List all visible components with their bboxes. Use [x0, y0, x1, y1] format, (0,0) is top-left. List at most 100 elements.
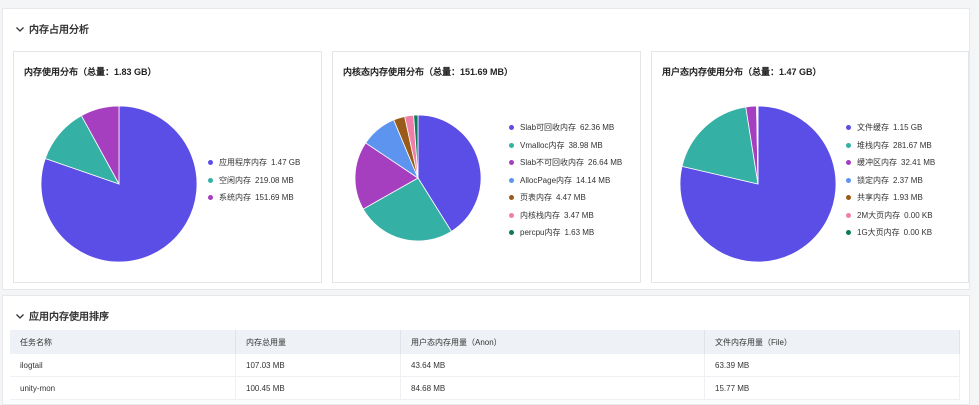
pie-chart [679, 105, 837, 263]
legend-item[interactable]: Slab不可回收内存 26.64 MB [509, 154, 622, 172]
legend-value: 1.15 GB [893, 123, 923, 133]
memory-section-title: 内存占用分析 [29, 25, 89, 36]
legend-item[interactable]: 内核栈内存 3.47 MB [509, 207, 622, 225]
chevron-down-icon[interactable] [15, 24, 25, 34]
legend-color-dot [509, 160, 514, 166]
memory-distribution-card: 内存使用分布（总量：1.83 GB） 应用程序内存 1.47 GB 空闲内存 219.… [13, 51, 322, 283]
legend-color-dot [208, 195, 213, 201]
legend-value: 4.47 MB [556, 193, 586, 203]
anon-memory-cell: 43.64 MB [400, 354, 705, 377]
legend-color-dot [509, 125, 514, 131]
legend-label: 系统内存 [219, 193, 251, 203]
legend-value: 281.67 MB [893, 140, 932, 150]
legend-item[interactable]: 共享内存 1.93 MB [846, 189, 935, 207]
column-header-anon-memory[interactable]: 用户态内存用量（Anon） [400, 330, 705, 354]
legend-label: 文件缓存 [857, 123, 889, 133]
legend-item[interactable]: 系统内存 151.69 MB [208, 189, 300, 207]
legend-item[interactable]: 应用程序内存 1.47 GB [208, 154, 300, 172]
legend-item[interactable]: 空闲内存 219.08 MB [208, 172, 300, 190]
legend-value: 2.37 MB [893, 175, 923, 185]
chevron-down-icon[interactable] [15, 311, 25, 321]
legend-color-dot [509, 230, 514, 236]
legend-label: 页表内存 [520, 193, 552, 203]
legend-item[interactable]: 文件缓存 1.15 GB [846, 119, 935, 137]
user-memory-card: 用户态内存使用分布（总量：1.47 GB） 文件缓存 1.15 GB 堆栈内存 281… [651, 51, 969, 283]
legend-value: 14.14 MB [576, 175, 611, 185]
memory-analysis-panel: 内存占用分析 内存使用分布（总量：1.83 GB） 应用程序内存 1.47 GB 空… [2, 8, 970, 290]
legend-value: 1.63 MB [564, 228, 595, 238]
legend-item[interactable]: 缓冲区内存 32.41 MB [846, 154, 935, 172]
legend-value: 151.69 MB [255, 193, 294, 203]
task-name-cell: ilogtail [10, 354, 236, 377]
legend-label: 内核栈内存 [520, 210, 560, 220]
legend-label: Vmalloc内存 [520, 140, 565, 150]
legend-item[interactable]: percpu内存 1.63 MB [509, 224, 622, 242]
legend-item[interactable]: 页表内存 4.47 MB [509, 189, 622, 207]
card-title: 内存使用分布（总量：1.83 GB） [24, 67, 157, 77]
app-section-title: 应用内存使用排序 [29, 312, 109, 323]
legend-item[interactable]: 2M大页内存 0.00 KB [846, 207, 935, 225]
legend-color-dot [208, 177, 213, 183]
legend-label: percpu内存 [520, 228, 561, 238]
legend-label: 锁定内存 [857, 175, 889, 185]
legend-value: 3.47 MB [564, 210, 594, 220]
legend-value: 38.98 MB [568, 140, 603, 150]
legend-label: 应用程序内存 [219, 158, 267, 168]
legend-color-dot [846, 230, 851, 236]
legend-value: 26.64 MB [588, 158, 623, 168]
total-memory-cell: 107.03 MB [235, 354, 401, 377]
legend-label: 2M大页内存 [857, 210, 901, 220]
column-header-total-memory[interactable]: 内存总用量 [235, 330, 401, 354]
legend-color-dot [846, 177, 851, 183]
table-row[interactable]: unity-mon 100.45 MB 84.68 MB 15.77 MB [10, 376, 960, 400]
kernel-memory-card: 内核态内存使用分布（总量：151.69 MB） Slab可回收内存 62.36 M… [332, 51, 641, 283]
file-memory-cell: 15.77 MB [704, 376, 960, 400]
legend-item[interactable]: AllocPage内存 14.14 MB [509, 172, 622, 190]
total-memory-cell: 100.45 MB [235, 376, 401, 400]
legend-item[interactable]: Vmalloc内存 38.98 MB [509, 137, 622, 155]
table-header-row: 任务名称 内存总用量 用户态内存用量（Anon） 文件内存用量（File） [10, 330, 960, 354]
legend-item[interactable]: Slab可回收内存 62.36 MB [509, 119, 622, 137]
legend-value: 0.00 KB [903, 228, 933, 238]
app-memory-table: 任务名称 内存总用量 用户态内存用量（Anon） 文件内存用量（File） il… [10, 330, 960, 400]
legend-label: Slab不可回收内存 [520, 158, 585, 168]
legend-item[interactable]: 堆栈内存 281.67 MB [846, 137, 935, 155]
legend-value: 32.41 MB [901, 158, 936, 168]
legend-value: 1.93 MB [893, 193, 923, 203]
memory-section-header[interactable]: 内存占用分析 [15, 21, 89, 36]
task-name-cell: unity-mon [10, 376, 236, 400]
legend-color-dot [208, 160, 213, 166]
legend-color-dot [846, 125, 851, 131]
file-memory-cell: 63.39 MB [704, 354, 960, 377]
legend-label: 1G大页内存 [857, 228, 900, 238]
legend-label: Slab可回收内存 [520, 123, 577, 133]
legend-value: 0.00 KB [904, 210, 933, 220]
legend-label: 堆栈内存 [857, 140, 889, 150]
legend-color-dot [509, 142, 514, 148]
legend-color-dot [509, 212, 514, 218]
app-section-header[interactable]: 应用内存使用排序 [15, 308, 109, 323]
legend-label: 缓冲区内存 [857, 158, 897, 168]
anon-memory-cell: 84.68 MB [400, 376, 705, 400]
legend-value: 219.08 MB [255, 175, 294, 185]
legend-color-dot [509, 177, 514, 183]
legend-item[interactable]: 1G大页内存 0.00 KB [846, 224, 935, 242]
column-header-task-name[interactable]: 任务名称 [10, 330, 236, 354]
pie-chart [40, 105, 198, 263]
chart-legend: 文件缓存 1.15 GB 堆栈内存 281.67 MB 缓冲区内存 32.41 MB 锁定内… [846, 119, 935, 242]
column-header-file-memory[interactable]: 文件内存用量（File） [704, 330, 960, 354]
table-row[interactable]: ilogtail 107.03 MB 43.64 MB 63.39 MB [10, 354, 960, 377]
legend-color-dot [846, 212, 851, 218]
chart-legend: Slab可回收内存 62.36 MB Vmalloc内存 38.98 MB Slab不可… [509, 119, 622, 242]
legend-color-dot [509, 195, 514, 201]
legend-label: 空闲内存 [219, 175, 251, 185]
chart-legend: 应用程序内存 1.47 GB 空闲内存 219.08 MB 系统内存 151.69 MB [208, 154, 300, 207]
card-title: 内核态内存使用分布（总量：151.69 MB） [343, 67, 514, 77]
card-title: 用户态内存使用分布（总量：1.47 GB） [662, 67, 822, 77]
pie-chart [354, 114, 482, 242]
legend-value: 1.47 GB [271, 158, 301, 168]
legend-item[interactable]: 锁定内存 2.37 MB [846, 172, 935, 190]
legend-value: 62.36 MB [580, 123, 615, 133]
legend-label: AllocPage内存 [520, 175, 573, 185]
legend-color-dot [846, 160, 851, 166]
